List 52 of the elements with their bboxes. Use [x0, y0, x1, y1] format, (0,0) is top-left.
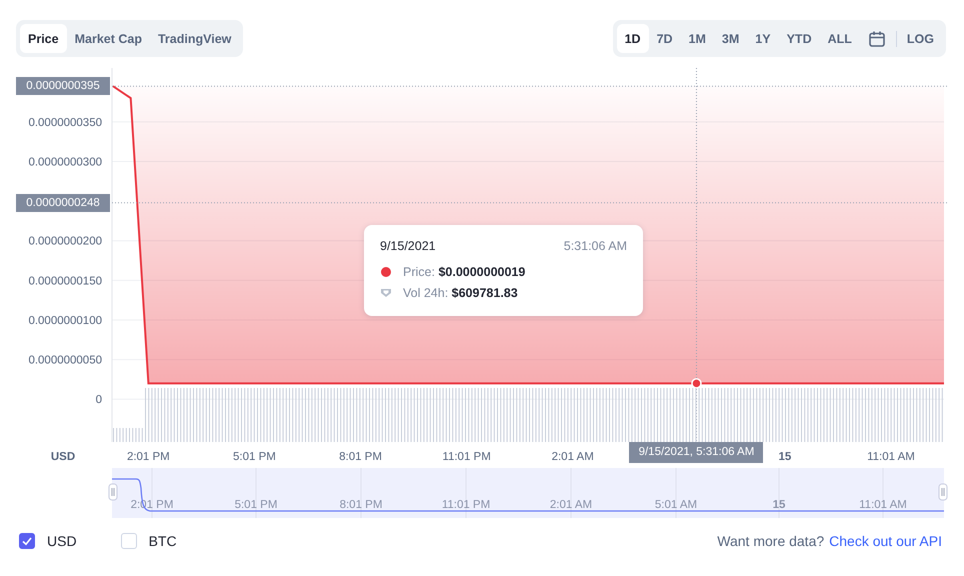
- crosshair-price-label: 0.0000000248: [16, 194, 110, 212]
- tooltip-time: 5:31:06 AM: [564, 239, 627, 253]
- api-link[interactable]: Check out our API: [829, 533, 942, 549]
- view-tab[interactable]: Price: [20, 24, 67, 53]
- calendar-icon: [868, 30, 886, 48]
- navigator-label: 2:01 AM: [550, 499, 592, 511]
- range-tab[interactable]: 1D: [616, 24, 649, 53]
- checkbox-label: USD: [47, 533, 77, 549]
- currency-label: USD: [50, 451, 76, 463]
- navigator-label: 15: [772, 499, 786, 511]
- range-tab[interactable]: 3M: [714, 24, 748, 53]
- resize-handle[interactable]: [108, 484, 118, 500]
- view-tab[interactable]: TradingView: [150, 24, 240, 53]
- axis-label: 0.0000000150: [28, 275, 102, 288]
- crosshair-time-label: 9/15/2021, 5:31:06 AM: [629, 442, 764, 463]
- checkbox[interactable]: [19, 533, 35, 549]
- range-tab[interactable]: 1Y: [747, 24, 779, 53]
- shield-icon: [380, 287, 392, 299]
- navigator-label: 11:01 AM: [859, 499, 907, 511]
- navigator-label: 11:01 PM: [442, 499, 490, 511]
- tooltip-price: Price: $0.0000000019: [403, 265, 526, 279]
- axis-label: 0.0000000350: [28, 116, 102, 129]
- view-tab[interactable]: Market Cap: [66, 24, 150, 53]
- axis-label: 15: [778, 451, 792, 463]
- axis-label: 0: [96, 394, 102, 406]
- navigator-label: 5:01 PM: [234, 499, 278, 511]
- axis-label: 11:01 PM: [442, 451, 491, 463]
- range-tab[interactable]: YTD: [778, 24, 820, 53]
- range-tab[interactable]: LOG: [898, 24, 942, 53]
- axis-label: 5:01 PM: [233, 451, 276, 463]
- axis-label: 2:01 AM: [552, 451, 594, 463]
- range-tab[interactable]: 7D: [648, 24, 681, 53]
- tooltip-volume: Vol 24h: $609781.83: [403, 286, 518, 300]
- dot-icon: [380, 266, 392, 278]
- axis-label: 0.0000000300: [28, 156, 102, 168]
- footer-text: Want more data?: [717, 533, 824, 549]
- start-price-label: 0.0000000395: [16, 77, 110, 96]
- axis-label: 11:01 AM: [867, 451, 915, 463]
- navigator-label: 8:01 PM: [340, 499, 382, 511]
- navigator-label: 5:01 AM: [654, 499, 698, 511]
- checkbox-label: BTC: [148, 533, 177, 549]
- tooltip-date: 9/15/2021: [380, 239, 436, 253]
- resize-handle[interactable]: [938, 484, 948, 500]
- check-icon: [21, 535, 33, 547]
- axis-label: 2:01 PM: [126, 451, 170, 463]
- axis-label: 0.0000000200: [28, 236, 102, 248]
- hover-point: [691, 378, 702, 389]
- range-tab[interactable]: 1M: [680, 24, 714, 53]
- range-tab[interactable]: ALL: [820, 24, 860, 53]
- axis-label: 8:01 PM: [339, 451, 382, 463]
- axis-label: 0.0000000100: [28, 314, 102, 327]
- axis-label: 0.0000000050: [28, 354, 102, 367]
